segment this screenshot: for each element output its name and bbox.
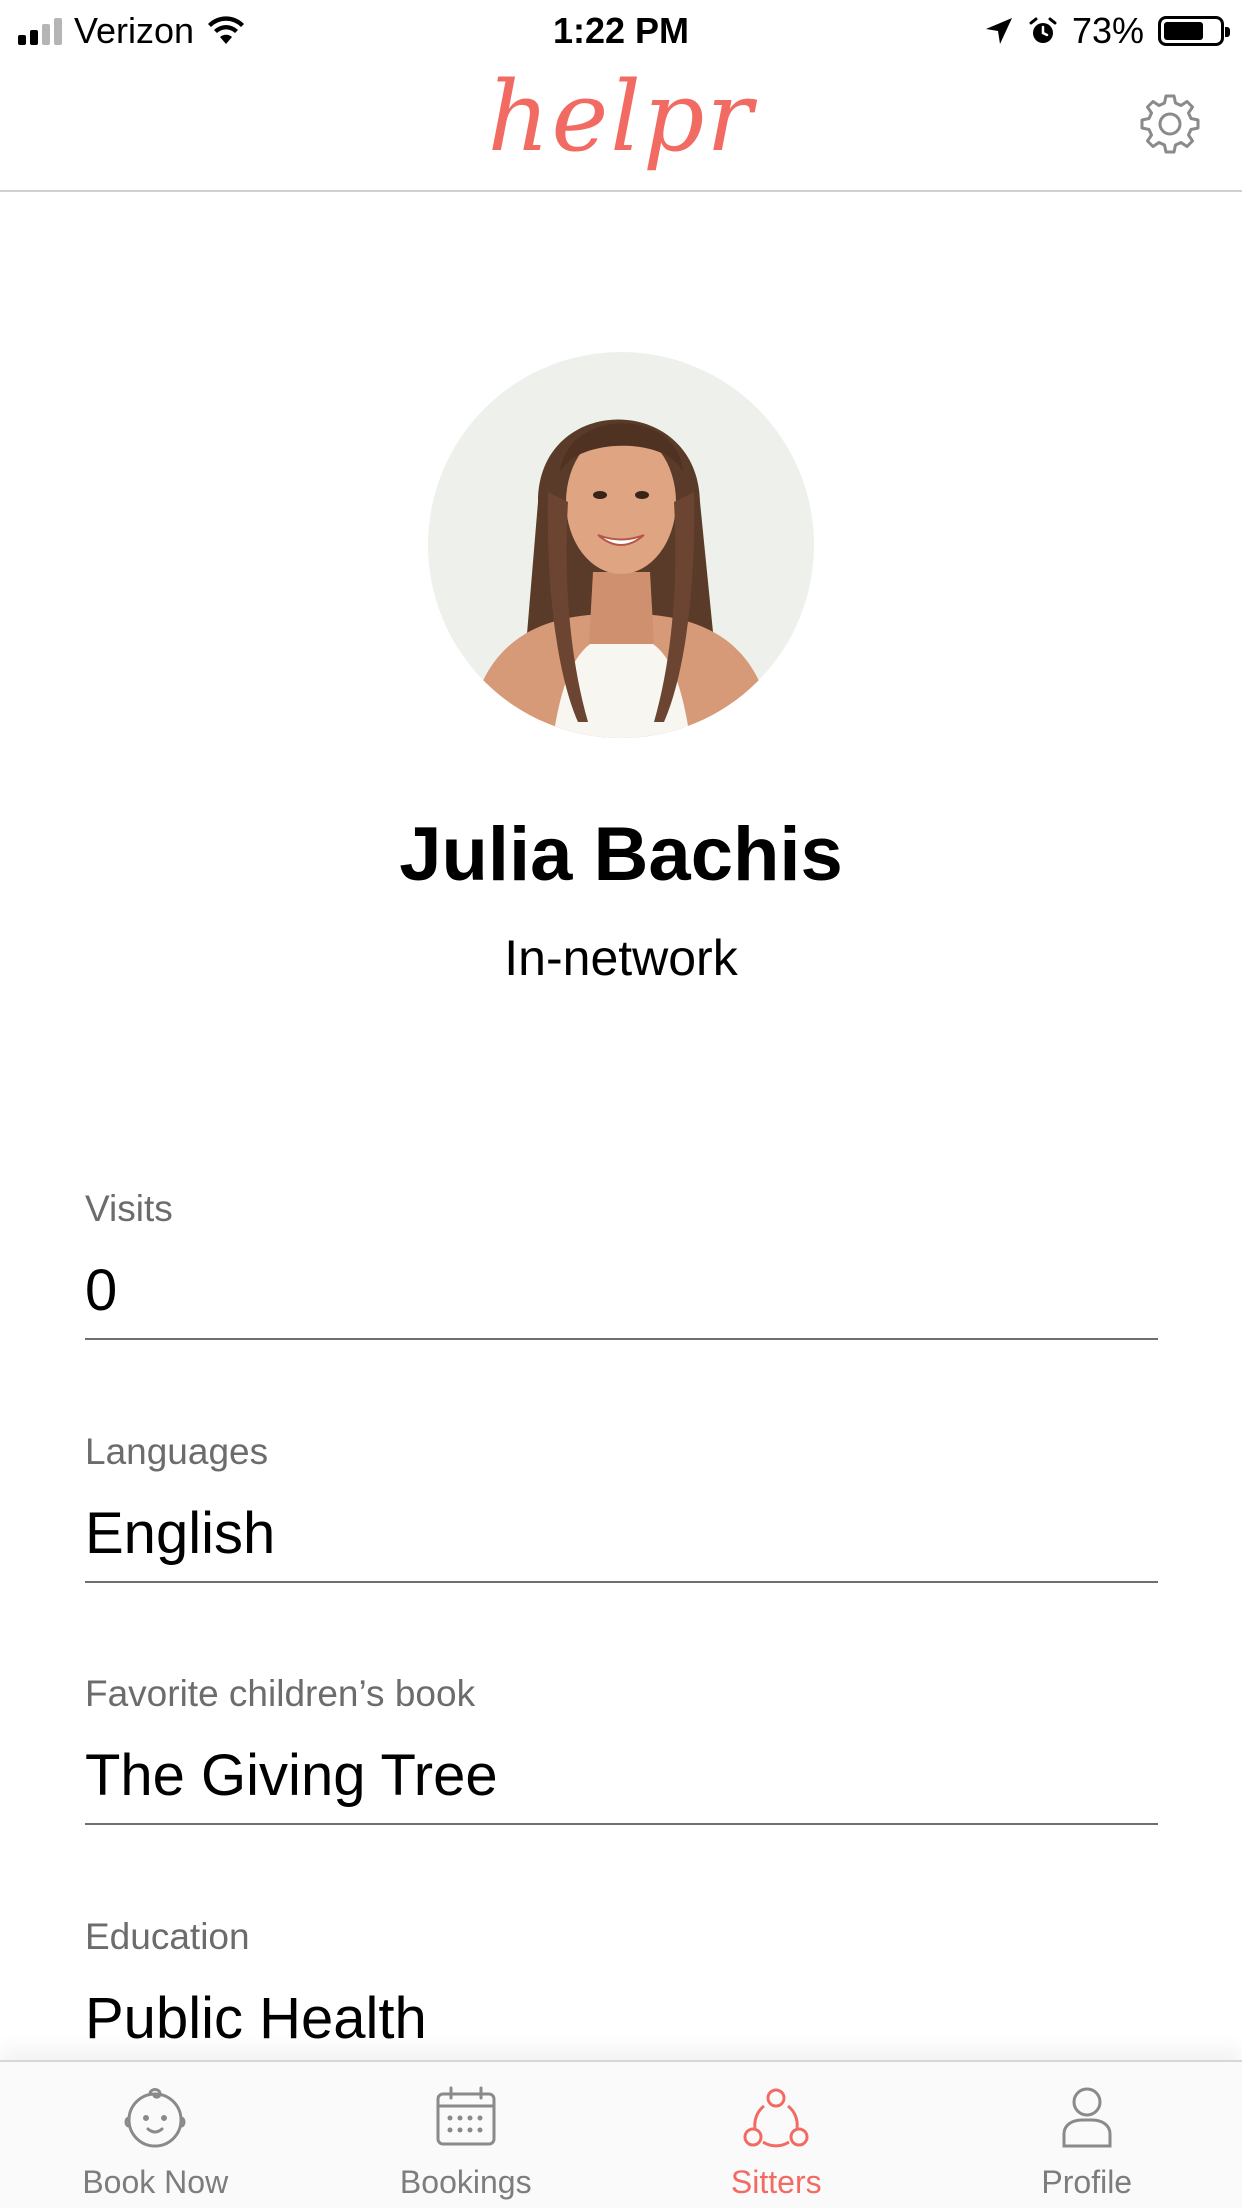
tab-label: Book Now [82,2164,229,2200]
battery-icon [1158,16,1230,46]
gear-icon[interactable] [1138,92,1202,156]
field-label: Visits [85,1188,173,1229]
field-visits: Visits 0 [85,1186,1158,1340]
avatar [428,352,814,738]
baby-face-icon [124,2088,186,2148]
field-value: The Giving Tree [85,1743,498,1808]
helpr-logo: helpr [487,61,755,173]
tab-book-now[interactable]: Book Now [0,2062,311,2208]
tab-bookings[interactable]: Bookings [311,2062,622,2208]
nav-header: helpr [0,62,1242,192]
tab-label: Profile [1041,2164,1133,2200]
battery-percent: 73% [1071,10,1144,51]
field-value: English [85,1501,276,1566]
sitter-name: Julia Bachis [399,812,843,897]
field-label: Education [85,1916,250,1957]
field-education: Education Public Health [85,1914,1158,2068]
field-label: Favorite children’s book [85,1673,476,1714]
field-languages: Languages English [85,1429,1158,1583]
tab-label: Sitters [730,2164,822,2200]
field-label: Languages [85,1431,269,1472]
person-icon [1062,2087,1112,2148]
tab-sitters[interactable]: Sitters [621,2062,932,2208]
tab-profile[interactable]: Profile [932,2062,1242,2208]
tab-label: Bookings [399,2164,532,2200]
sitter-profile-screen: Verizon 1:22 PM 73% helpr Julia Bachis I… [0,0,1242,2208]
status-bar: Verizon 1:22 PM 73% [0,0,1242,62]
alarm-icon [1029,17,1057,43]
field-value: 0 [85,1258,118,1323]
calendar-icon [436,2086,496,2146]
location-arrow-icon [985,18,1012,44]
tab-bar: Book Now Bookings Sitters Profile [0,2060,1242,2208]
avatar-photo [428,352,814,738]
network-status: In-network [504,930,738,986]
field-favorite-book: Favorite children’s book The Giving Tree [85,1671,1158,1825]
status-right: 73% [984,10,1230,52]
battery-fill [1164,22,1203,40]
field-value: Public Health [85,1986,427,2051]
sitters-network-icon [743,2088,809,2148]
